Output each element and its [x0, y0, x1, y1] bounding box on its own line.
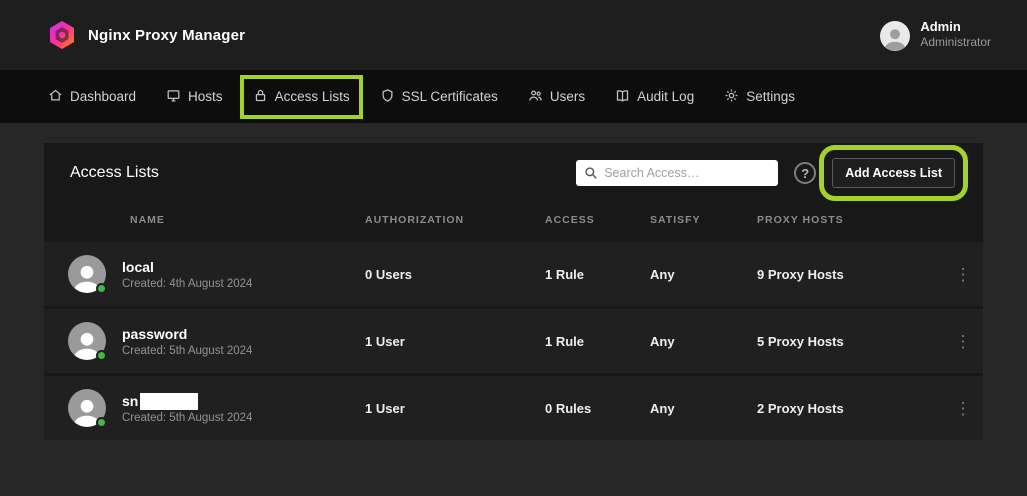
column-header-proxy-hosts: PROXY HOSTS	[757, 214, 943, 226]
nav-item-hosts[interactable]: Hosts	[166, 88, 223, 106]
page-title: Access Lists	[70, 164, 159, 182]
nav-item-access-lists[interactable]: Access Lists	[253, 88, 350, 106]
nav-item-settings[interactable]: Settings	[724, 88, 795, 106]
column-header-access: ACCESS	[545, 214, 650, 226]
row-menu-icon[interactable]: ⋮	[943, 266, 983, 283]
row-menu-icon[interactable]: ⋮	[943, 333, 983, 350]
online-status-dot	[96, 283, 107, 294]
authorization-cell: 0 Users	[365, 267, 545, 282]
page-content: Access Lists ? Add Access List NAME AUTH…	[0, 123, 1027, 440]
access-list-name-text: sn	[122, 393, 138, 409]
app-title: Nginx Proxy Manager	[88, 27, 245, 44]
user-menu[interactable]: Admin Administrator	[880, 19, 991, 51]
main-nav: Dashboard Hosts Access Lists SSL Certifi…	[0, 70, 1027, 123]
satisfy-cell: Any	[650, 267, 757, 282]
avatar	[68, 322, 106, 360]
book-icon	[615, 88, 630, 106]
access-list-name: password	[122, 325, 252, 343]
nav-label: Settings	[746, 89, 795, 104]
proxy-hosts-cell: 9 Proxy Hosts	[757, 267, 943, 282]
gear-icon	[724, 88, 739, 106]
dashboard-icon	[48, 88, 63, 106]
app-logo-icon	[48, 20, 76, 50]
nav-item-ssl-certificates[interactable]: SSL Certificates	[380, 88, 498, 106]
nav-label: Dashboard	[70, 89, 136, 104]
access-list-created: Created: 4th August 2024	[122, 278, 252, 290]
user-role: Administrator	[920, 35, 991, 50]
table-row[interactable]: local Created: 4th August 2024 0 Users 1…	[44, 242, 983, 306]
satisfy-cell: Any	[650, 334, 757, 349]
hosts-icon	[166, 88, 181, 106]
satisfy-cell: Any	[650, 401, 757, 416]
lock-icon	[253, 88, 268, 106]
row-menu-icon[interactable]: ⋮	[943, 400, 983, 417]
shield-icon	[380, 88, 395, 106]
online-status-dot	[96, 350, 107, 361]
nav-item-users[interactable]: Users	[528, 88, 585, 106]
access-list-name: local	[122, 258, 252, 276]
nav-label: Audit Log	[637, 89, 694, 104]
search-input[interactable]	[604, 166, 770, 180]
nav-label: SSL Certificates	[402, 89, 498, 104]
avatar	[68, 389, 106, 427]
search-box	[576, 160, 778, 186]
user-avatar	[880, 21, 910, 51]
access-list-created: Created: 5th August 2024	[122, 345, 252, 357]
column-header-satisfy: SATISFY	[650, 214, 757, 226]
avatar	[68, 255, 106, 293]
authorization-cell: 1 User	[365, 334, 545, 349]
users-icon	[528, 88, 543, 106]
access-cell: 1 Rule	[545, 334, 650, 349]
access-list-name-text: local	[122, 259, 154, 275]
redaction-box	[140, 393, 198, 410]
column-header-authorization: AUTHORIZATION	[365, 214, 545, 226]
top-header-bar: Nginx Proxy Manager Admin Administrator	[0, 0, 1027, 70]
proxy-hosts-cell: 5 Proxy Hosts	[757, 334, 943, 349]
table-row[interactable]: sn Created: 5th August 2024 1 User 0 Rul…	[44, 376, 983, 440]
access-list-created: Created: 5th August 2024	[122, 412, 252, 424]
access-list-name: sn	[122, 392, 252, 410]
access-lists-card: Access Lists ? Add Access List NAME AUTH…	[44, 143, 983, 440]
proxy-hosts-cell: 2 Proxy Hosts	[757, 401, 943, 416]
search-icon	[584, 166, 598, 180]
table-row[interactable]: password Created: 5th August 2024 1 User…	[44, 309, 983, 373]
nav-label: Access Lists	[275, 89, 350, 104]
access-cell: 0 Rules	[545, 401, 650, 416]
access-cell: 1 Rule	[545, 267, 650, 282]
online-status-dot	[96, 417, 107, 428]
user-name: Admin	[920, 19, 991, 35]
help-icon[interactable]: ?	[794, 162, 816, 184]
nav-item-dashboard[interactable]: Dashboard	[48, 88, 136, 106]
nav-item-audit-log[interactable]: Audit Log	[615, 88, 694, 106]
nav-label: Users	[550, 89, 585, 104]
add-access-list-button[interactable]: Add Access List	[832, 158, 955, 188]
column-header-name: NAME	[44, 214, 365, 226]
authorization-cell: 1 User	[365, 401, 545, 416]
access-list-name-text: password	[122, 326, 187, 342]
table-header: NAME AUTHORIZATION ACCESS SATISFY PROXY …	[44, 200, 983, 242]
nav-label: Hosts	[188, 89, 223, 104]
